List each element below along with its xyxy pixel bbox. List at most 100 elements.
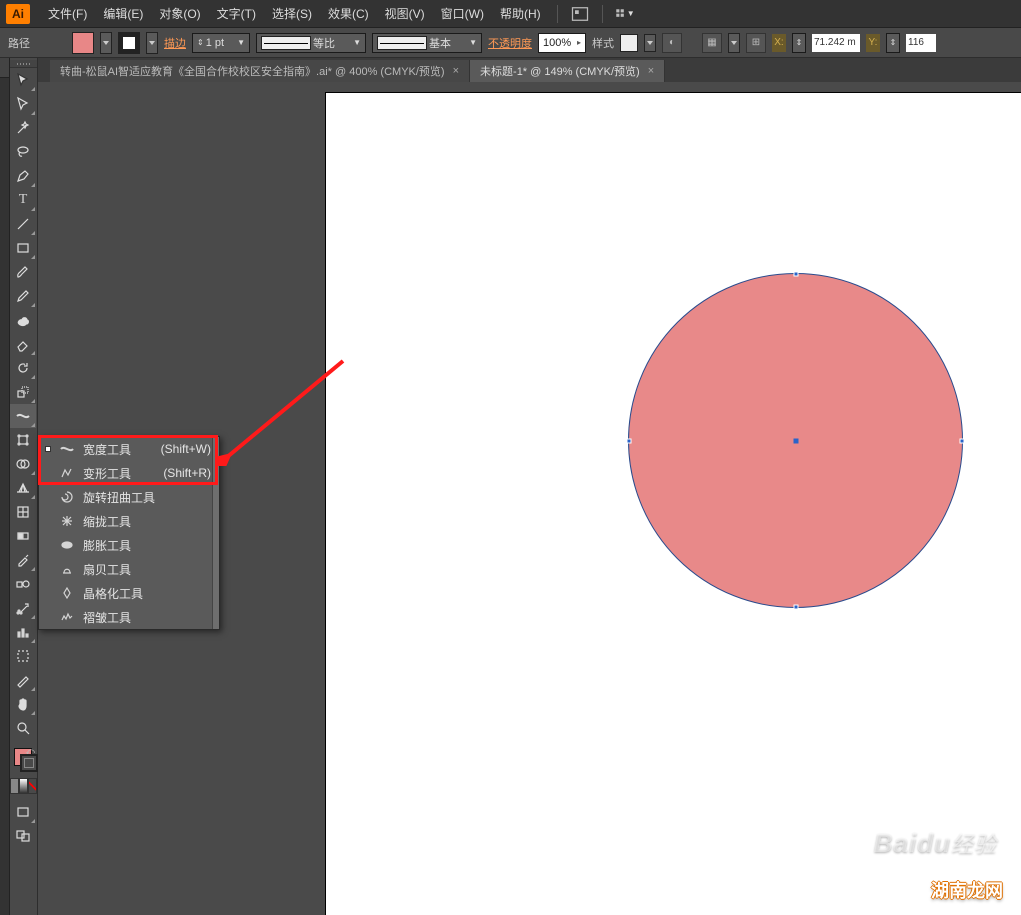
menu-select[interactable]: 选择(S) bbox=[264, 5, 320, 22]
rectangle-tool[interactable] bbox=[10, 236, 36, 260]
stroke-dropdown[interactable] bbox=[146, 32, 158, 54]
stroke-weight-input[interactable]: ⇕1 pt▼ bbox=[192, 33, 250, 53]
recolor-icon[interactable]: ◐ bbox=[662, 33, 682, 53]
slice-tool[interactable] bbox=[10, 668, 36, 692]
stroke-label[interactable]: 描边 bbox=[164, 35, 186, 51]
rotate-tool[interactable] bbox=[10, 356, 36, 380]
watermark-paw-icon bbox=[973, 797, 1009, 827]
magic-wand-tool[interactable] bbox=[10, 116, 36, 140]
fill-dropdown[interactable] bbox=[100, 32, 112, 54]
stroke-swatch[interactable] bbox=[118, 32, 140, 54]
menu-help[interactable]: 帮助(H) bbox=[492, 5, 549, 22]
flyout-item-wrinkle[interactable]: 褶皱工具 bbox=[39, 605, 219, 629]
toolbox-grip[interactable] bbox=[10, 60, 37, 68]
screen-mode[interactable] bbox=[10, 800, 36, 824]
flyout-item-bloat[interactable]: 膨胀工具 bbox=[39, 533, 219, 557]
opacity-input[interactable]: 100%▸ bbox=[538, 33, 586, 53]
separator bbox=[602, 5, 603, 23]
blob-brush-tool[interactable] bbox=[10, 308, 36, 332]
brush-label: 基本 bbox=[429, 35, 451, 51]
x-stepper[interactable]: ⇕ bbox=[792, 33, 806, 53]
menu-window[interactable]: 窗口(W) bbox=[433, 5, 492, 22]
twirl-icon bbox=[59, 489, 75, 505]
change-screen-mode[interactable] bbox=[10, 824, 36, 848]
color-mode-gradient[interactable] bbox=[19, 778, 28, 794]
align-icon[interactable]: ▦ bbox=[702, 33, 722, 53]
flyout-label: 变形工具 bbox=[83, 465, 131, 482]
artboard-tool[interactable] bbox=[10, 644, 36, 668]
flyout-item-crystallize[interactable]: 晶格化工具 bbox=[39, 581, 219, 605]
watermark-baidu: Baidu经验 bbox=[874, 827, 997, 859]
style-swatch[interactable] bbox=[620, 34, 638, 52]
flyout-item-scallop[interactable]: 扇贝工具 bbox=[39, 557, 219, 581]
dock-strip[interactable] bbox=[0, 58, 10, 915]
pucker-icon bbox=[59, 513, 75, 529]
perspective-grid-tool[interactable] bbox=[10, 476, 36, 500]
pencil-tool[interactable] bbox=[10, 284, 36, 308]
flyout-label: 膨胀工具 bbox=[83, 537, 131, 554]
align-dropdown[interactable] bbox=[728, 33, 740, 53]
pen-tool[interactable] bbox=[10, 164, 36, 188]
y-value[interactable]: 116 bbox=[906, 34, 936, 52]
type-tool[interactable]: T bbox=[10, 188, 36, 212]
scallop-icon bbox=[59, 561, 75, 577]
brush-dropdown[interactable]: 基本 ▼ bbox=[372, 33, 482, 53]
hand-tool[interactable] bbox=[10, 692, 36, 716]
tearoff-handle[interactable] bbox=[212, 437, 219, 629]
y-stepper[interactable]: ⇕ bbox=[886, 33, 900, 53]
style-dropdown[interactable] bbox=[644, 34, 656, 52]
transform-icon[interactable]: ⊞ bbox=[746, 33, 766, 53]
eraser-tool[interactable] bbox=[10, 332, 36, 356]
toolbox: T ⤺ bbox=[10, 58, 38, 915]
symbol-sprayer-tool[interactable] bbox=[10, 596, 36, 620]
menu-view[interactable]: 视图(V) bbox=[377, 5, 433, 22]
opacity-label[interactable]: 不透明度 bbox=[488, 35, 532, 51]
blend-tool[interactable] bbox=[10, 572, 36, 596]
free-transform-tool[interactable] bbox=[10, 428, 36, 452]
lasso-tool[interactable] bbox=[10, 140, 36, 164]
artboard[interactable] bbox=[326, 93, 1021, 915]
column-graph-tool[interactable] bbox=[10, 620, 36, 644]
menu-effect[interactable]: 效果(C) bbox=[320, 5, 377, 22]
zoom-tool[interactable] bbox=[10, 716, 36, 740]
scale-tool[interactable] bbox=[10, 380, 36, 404]
fill-swatch[interactable] bbox=[72, 32, 94, 54]
close-icon[interactable]: × bbox=[648, 65, 654, 77]
color-mode-normal[interactable] bbox=[10, 778, 19, 794]
flyout-item-warp[interactable]: 变形工具 (Shift+R) bbox=[39, 461, 219, 485]
shape-builder-tool[interactable] bbox=[10, 452, 36, 476]
close-icon[interactable]: × bbox=[453, 65, 459, 77]
eyedropper-tool[interactable] bbox=[10, 548, 36, 572]
gradient-tool[interactable] bbox=[10, 524, 36, 548]
menu-file[interactable]: 文件(F) bbox=[40, 5, 95, 22]
menu-type[interactable]: 文字(T) bbox=[209, 5, 264, 22]
menu-object[interactable]: 对象(O) bbox=[151, 5, 208, 22]
bridge-icon[interactable] bbox=[570, 5, 590, 23]
wrinkle-icon bbox=[59, 609, 75, 625]
fill-stroke-control[interactable]: ⤺ bbox=[10, 746, 37, 778]
width-icon bbox=[59, 441, 75, 457]
flyout-item-width[interactable]: 宽度工具 (Shift+W) bbox=[39, 437, 219, 461]
flyout-shortcut: (Shift+R) bbox=[163, 466, 211, 480]
arrange-icon[interactable]: ▼ bbox=[615, 5, 635, 23]
document-tab[interactable]: 未标题-1* @ 149% (CMYK/预览) × bbox=[470, 60, 665, 82]
color-mode-none[interactable] bbox=[28, 778, 37, 794]
ellipse-object[interactable] bbox=[628, 273, 963, 608]
flyout-label: 晶格化工具 bbox=[83, 585, 143, 602]
paintbrush-tool[interactable] bbox=[10, 260, 36, 284]
direct-selection-tool[interactable] bbox=[10, 92, 36, 116]
swap-fill-stroke-icon[interactable]: ⤺ bbox=[25, 746, 35, 757]
mesh-tool[interactable] bbox=[10, 500, 36, 524]
width-tool[interactable] bbox=[10, 404, 36, 428]
style-label: 样式 bbox=[592, 35, 614, 51]
menu-edit[interactable]: 编辑(E) bbox=[95, 5, 151, 22]
flyout-item-twirl[interactable]: 旋转扭曲工具 bbox=[39, 485, 219, 509]
tool-flyout-menu: 宽度工具 (Shift+W) 变形工具 (Shift+R) 旋转扭曲工具 缩拢工… bbox=[38, 436, 220, 630]
flyout-label: 缩拢工具 bbox=[83, 513, 131, 530]
flyout-item-pucker[interactable]: 缩拢工具 bbox=[39, 509, 219, 533]
line-tool[interactable] bbox=[10, 212, 36, 236]
x-value[interactable]: 71.242 m bbox=[812, 34, 860, 52]
selection-tool[interactable] bbox=[10, 68, 36, 92]
profile-dropdown[interactable]: 等比 ▼ bbox=[256, 33, 366, 53]
document-tab[interactable]: 转曲-松鼠AI智适应教育《全国合作校校区安全指南》.ai* @ 400% (CM… bbox=[50, 60, 470, 82]
